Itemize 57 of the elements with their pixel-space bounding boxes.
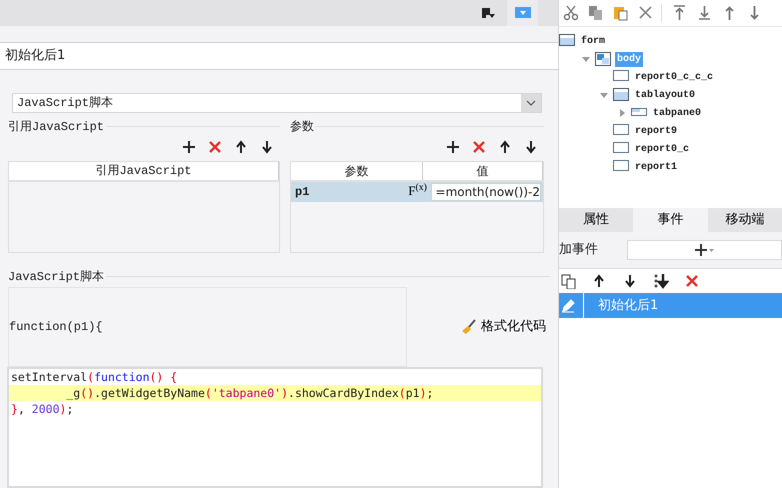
report-node-icon	[613, 142, 629, 156]
delete-icon[interactable]	[472, 140, 486, 154]
tree-node[interactable]: report1	[633, 160, 680, 174]
tree-node[interactable]: report0_c	[633, 142, 692, 156]
copy-icon[interactable]	[561, 274, 576, 288]
code-line: setInterval(function() {	[10, 368, 178, 385]
dropdown-icon[interactable]	[515, 7, 531, 18]
delete-icon[interactable]	[638, 5, 653, 21]
tree-node[interactable]: tabpane0	[651, 106, 704, 120]
formula-button[interactable]: F$^{(x)}$	[406, 182, 429, 202]
broom-icon	[461, 318, 477, 335]
paste-icon[interactable]	[613, 5, 628, 21]
tab[interactable]: 移动端	[708, 208, 782, 232]
dialog-title: 初始化后1	[5, 47, 66, 66]
move-down-icon[interactable]	[524, 140, 538, 154]
type-dropdown[interactable]: JavaScript脚本	[12, 92, 542, 113]
tab[interactable]: 事件	[633, 208, 708, 232]
collapse-arrow-icon[interactable]	[582, 55, 590, 63]
chevron-down-icon	[526, 100, 536, 106]
format-code-button[interactable]: 格式化代码	[461, 318, 546, 335]
move-to-bottom-icon[interactable]	[654, 274, 669, 288]
section-title: 参数	[290, 118, 314, 136]
report-node-icon	[613, 124, 629, 138]
section-title: JavaScript脚本	[8, 268, 104, 286]
column-header: 引用JavaScript	[9, 162, 279, 180]
code-editor[interactable]: setInterval(function() { _g().getWidgetByName('tabpane0').showCardByIndex(p1); }, 2000);	[7, 366, 543, 488]
code-line: }, 2000);	[10, 400, 74, 417]
add-event-label: 加事件	[559, 241, 598, 260]
tree-node[interactable]: tablayout0	[633, 88, 698, 102]
report-node-icon	[613, 70, 629, 84]
tree-node[interactable]: report0_c_c_c	[633, 70, 716, 84]
expand-arrow-icon[interactable]	[618, 109, 626, 117]
section-title: 引用JavaScript	[8, 118, 104, 136]
body-node-icon	[595, 52, 611, 66]
delete-icon[interactable]	[685, 274, 700, 288]
tree-node[interactable]: form	[579, 34, 608, 48]
format-painter-icon[interactable]	[481, 7, 495, 19]
pencil-icon	[561, 298, 575, 312]
column-header: 值	[423, 162, 543, 180]
move-to-top-icon[interactable]	[672, 5, 687, 21]
tab[interactable]: 属性	[559, 208, 634, 232]
report-node-icon	[613, 160, 629, 174]
value-field[interactable]: =month(now())-2	[430, 182, 541, 201]
table-cell[interactable]: p1	[291, 182, 407, 202]
move-down-icon[interactable]	[260, 140, 274, 154]
add-icon[interactable]	[446, 140, 460, 154]
move-up-icon[interactable]	[234, 140, 248, 154]
cut-icon[interactable]	[563, 5, 578, 21]
add-icon[interactable]	[182, 140, 196, 154]
function-signature: function(p1){	[9, 318, 103, 336]
tablayout-node-icon	[613, 88, 629, 102]
collapse-arrow-icon[interactable]	[600, 91, 608, 99]
tree-node[interactable]: report9	[633, 124, 680, 138]
move-up-icon[interactable]	[498, 140, 512, 154]
delete-icon[interactable]	[208, 140, 222, 154]
column-header: 参数	[291, 162, 423, 180]
add-icon	[694, 244, 714, 256]
